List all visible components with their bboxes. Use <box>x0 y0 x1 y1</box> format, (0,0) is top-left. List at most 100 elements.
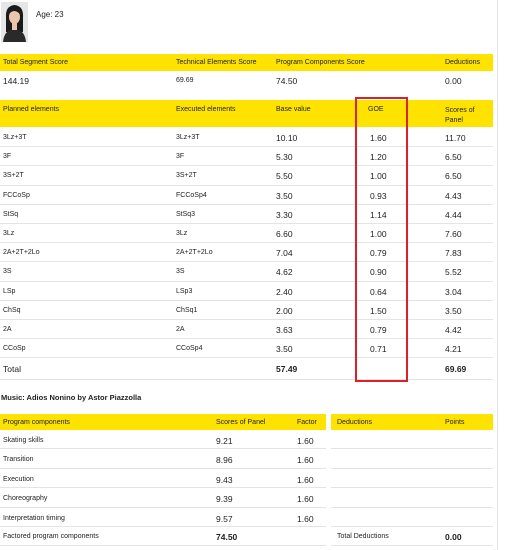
component-row-score: 9.43 <box>216 475 233 485</box>
element-row-planned: StSq <box>3 211 19 218</box>
elements-header-base-value: Base value <box>276 106 311 113</box>
components-header-scores: Scores of Panel <box>216 419 266 426</box>
element-row-score: 3.50 <box>445 306 462 316</box>
deductions-header-label: Deductions <box>337 419 373 426</box>
element-row-divider <box>0 242 493 243</box>
element-row-planned: ChSq <box>3 307 21 314</box>
element-row-executed: CCoSp4 <box>176 345 203 352</box>
element-row-divider <box>0 185 493 186</box>
summary-header-deductions: Deductions <box>445 59 481 66</box>
summary-header-pcs: Program Components Score <box>276 59 365 66</box>
element-row-executed: 3S <box>176 268 185 275</box>
element-row-score: 4.21 <box>445 344 462 354</box>
element-row-score: 5.52 <box>445 267 462 277</box>
element-row-divider <box>0 357 493 358</box>
music-title: Music: Adios Nonino by Astor Piazzolla <box>1 393 142 402</box>
element-row-score: 11.70 <box>445 133 466 143</box>
element-row-executed: 3F <box>176 153 185 160</box>
summary-total-segment-value: 144.19 <box>3 76 29 86</box>
element-row-score: 6.50 <box>445 152 462 162</box>
element-row-base-value: 5.30 <box>276 152 293 162</box>
element-row-planned: LSp <box>3 288 16 295</box>
element-row-base-value: 3.30 <box>276 210 293 220</box>
component-row-score: 9.57 <box>216 514 233 524</box>
component-row-score: 8.96 <box>216 455 233 465</box>
component-row-factor: 1.60 <box>297 494 314 504</box>
element-row-divider <box>0 261 493 262</box>
element-row-planned: 3S <box>3 268 12 275</box>
component-row-divider <box>0 487 326 488</box>
element-row-executed: FCCoSp4 <box>176 192 207 199</box>
components-header-factor: Factor <box>297 419 317 426</box>
component-row-label: Skating skills <box>3 437 44 444</box>
component-row-label: Interpretation timing <box>3 515 65 522</box>
element-row-score: 4.44 <box>445 210 462 220</box>
component-row-score: 9.21 <box>216 436 233 446</box>
element-row-score: 4.42 <box>445 325 462 335</box>
element-row-base-value: 10.10 <box>276 133 298 143</box>
elements-total-divider <box>0 379 493 380</box>
element-row-base-value: 6.60 <box>276 229 293 239</box>
summary-deductions-value: 0.00 <box>445 76 462 86</box>
element-row-score: 6.50 <box>445 171 462 181</box>
deduction-row-divider <box>331 487 493 488</box>
components-header-program: Program components <box>3 419 70 426</box>
element-row-base-value: 3.50 <box>276 344 293 354</box>
component-row-divider <box>0 545 326 546</box>
element-row-divider <box>0 281 493 282</box>
factored-components-label: Factored program components <box>3 533 99 540</box>
elements-total-score: 69.69 <box>445 364 467 374</box>
component-row-factor: 1.60 <box>297 436 314 446</box>
deduction-row-divider <box>331 448 493 449</box>
elements-header-planned: Planned elements <box>3 106 60 113</box>
total-deductions-label: Total Deductions <box>337 533 389 540</box>
element-row-planned: 3Lz+3T <box>3 134 27 141</box>
element-row-base-value: 2.00 <box>276 306 293 316</box>
element-row-base-value: 3.50 <box>276 191 293 201</box>
summary-tes-value: 69.69 <box>176 77 194 84</box>
element-row-base-value: 2.40 <box>276 287 293 297</box>
factored-components-value: 74.50 <box>216 532 238 542</box>
element-row-executed: 3Lz <box>176 230 188 237</box>
component-row-label: Execution <box>3 476 34 483</box>
summary-header-tes: Technical Elements Score <box>176 59 257 66</box>
deduction-row-divider <box>331 468 493 469</box>
element-row-divider <box>0 319 493 320</box>
element-row-executed: 3S+2T <box>176 172 197 179</box>
element-row-executed: ChSq1 <box>176 307 198 314</box>
element-row-score: 7.60 <box>445 229 462 239</box>
elements-header-scores-of-panel: Scores of Panel <box>445 107 475 124</box>
component-row-factor: 1.60 <box>297 455 314 465</box>
element-row-base-value: 4.62 <box>276 267 293 277</box>
skater-photo <box>1 2 28 42</box>
element-row-divider <box>0 300 493 301</box>
element-row-divider <box>0 146 493 147</box>
total-deductions-value: 0.00 <box>445 532 462 542</box>
element-row-divider <box>0 165 493 166</box>
element-row-planned: CCoSp <box>3 345 26 352</box>
component-row-label: Transition <box>3 456 34 463</box>
component-row-score: 9.39 <box>216 494 233 504</box>
element-row-executed: StSq3 <box>176 211 196 218</box>
element-row-executed: LSp3 <box>176 288 193 295</box>
element-row-planned: 3Lz <box>3 230 15 237</box>
summary-header-total-segment: Total Segment Score <box>3 59 68 66</box>
skater-age: Age: 23 <box>36 10 64 19</box>
element-row-score: 3.04 <box>445 287 462 297</box>
deduction-row-divider <box>331 526 493 527</box>
element-row-divider <box>0 223 493 224</box>
element-row-planned: 2A <box>3 326 12 333</box>
elements-header-executed: Executed elements <box>176 106 236 113</box>
element-row-divider <box>0 338 493 339</box>
goe-highlight-box <box>355 97 408 382</box>
elements-header-bar <box>0 100 493 127</box>
component-row-divider <box>0 507 326 508</box>
element-row-executed: 3Lz+3T <box>176 134 200 141</box>
component-row-divider <box>0 448 326 449</box>
deduction-row-divider <box>331 507 493 508</box>
elements-total-label: Total <box>3 364 21 374</box>
deductions-header-points: Points <box>445 419 465 426</box>
component-row-divider <box>0 526 326 527</box>
element-row-score: 7.83 <box>445 248 462 258</box>
element-row-score: 4.43 <box>445 191 462 201</box>
